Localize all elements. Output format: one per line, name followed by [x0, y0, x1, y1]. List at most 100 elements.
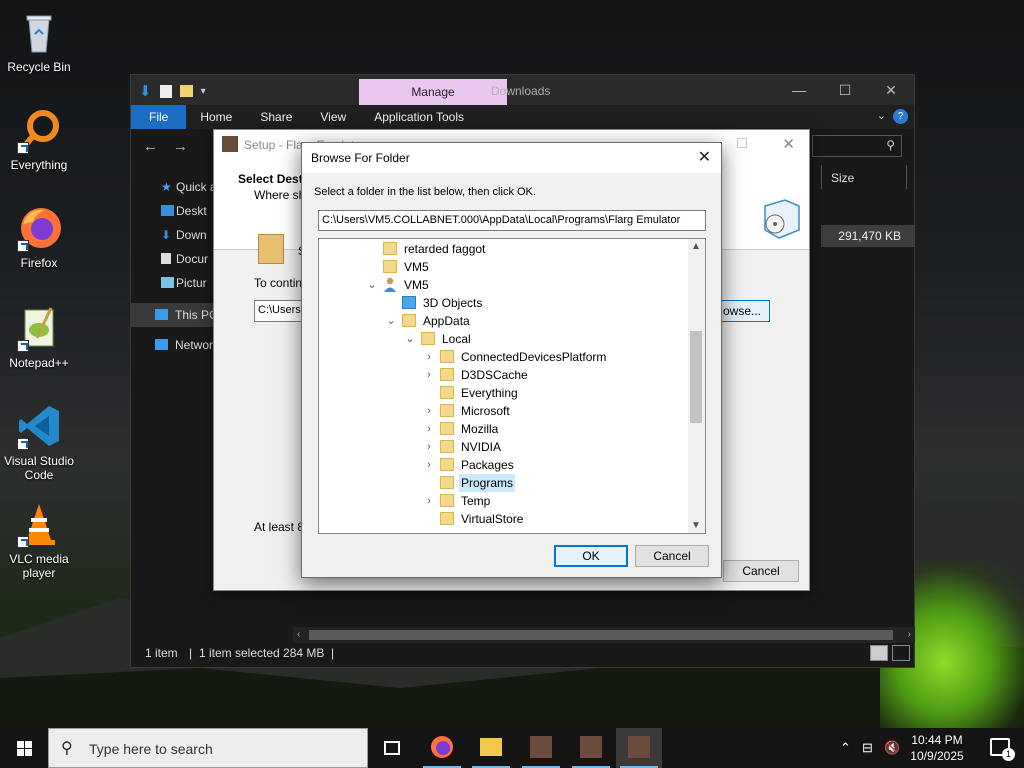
folder-icon [440, 458, 454, 471]
tab-share[interactable]: Share [246, 105, 306, 129]
folder-icon [480, 738, 502, 756]
chevron-right-icon[interactable]: › [423, 402, 435, 420]
star-icon: ★ [161, 180, 172, 194]
network-icon[interactable]: ⊟ [862, 740, 873, 756]
tree-item-label: Everything [461, 386, 518, 400]
download-arrow-icon[interactable]: ⬇ [139, 82, 152, 100]
ok-button[interactable]: OK [554, 545, 628, 567]
setup-app-icon [628, 736, 650, 758]
browse-button[interactable]: owse... [714, 300, 770, 322]
document-icon [161, 253, 171, 264]
notification-center-icon[interactable]: 1 [990, 738, 1015, 761]
help-icon[interactable]: ? [893, 109, 908, 124]
maximize-icon[interactable] [737, 138, 747, 148]
desktop-icon-vscode[interactable]: Visual Studio Code [2, 402, 76, 482]
close-icon[interactable]: ✕ [782, 135, 795, 153]
dialog-title-bar[interactable]: Browse For Folder ✕ [302, 143, 721, 173]
volume-muted-icon[interactable]: 🔇 [884, 740, 900, 756]
folder-icon [440, 350, 454, 363]
cancel-button[interactable]: Cancel [635, 545, 709, 567]
clock-time: 10:44 PM [911, 733, 963, 747]
desktop-icon-label: Notepad++ [9, 356, 69, 370]
computer-icon [155, 309, 168, 320]
search-icon: ⚲ [886, 138, 895, 152]
tree-item-label: ConnectedDevicesPlatform [461, 350, 607, 364]
close-button[interactable]: ✕ [868, 75, 914, 105]
folder-path-field[interactable]: C:\Users\VM5.COLLABNET.000\AppData\Local… [318, 210, 706, 231]
column-divider[interactable] [821, 165, 822, 189]
back-arrow-icon[interactable]: ← [143, 138, 158, 155]
tab-home[interactable]: Home [186, 105, 246, 129]
desktop-icon-recycle-bin[interactable]: Recycle Bin [2, 8, 76, 74]
desktop-icon-everything[interactable]: Everything [2, 106, 76, 172]
tab-view[interactable]: View [306, 105, 360, 129]
folder-tree[interactable]: ▲ ▼ retarded faggot VM5 ⌄ VM5 3D Objects ⌄ App… [318, 238, 706, 534]
status-separator: | [331, 646, 335, 660]
expand-ribbon-icon[interactable]: ⌄ [877, 109, 886, 122]
firefox-icon [431, 736, 453, 758]
large-icons-view-icon[interactable] [892, 645, 910, 661]
details-view-icon[interactable] [870, 645, 888, 661]
properties-icon[interactable] [159, 84, 172, 98]
folder-icon [402, 314, 416, 327]
column-header-size[interactable]: Size [831, 171, 854, 185]
folder-icon [440, 404, 454, 417]
close-icon[interactable]: ✕ [698, 147, 711, 167]
tree-item-label: Microsoft [461, 404, 510, 418]
taskbar-file-explorer[interactable] [468, 728, 514, 768]
explorer-title-bar[interactable]: ⬇ ▾ Manage Downloads — ☐ ✕ [131, 75, 914, 106]
desktop-icon-label: Visual Studio Code [4, 454, 74, 482]
maximize-button[interactable]: ☐ [822, 75, 868, 105]
taskbar-app-1[interactable] [518, 728, 564, 768]
desktop-icon-vlc[interactable]: VLC media player [2, 500, 76, 580]
tree-item-label: Programs [459, 474, 516, 492]
chevron-right-icon[interactable]: › [423, 438, 435, 456]
task-view-button[interactable] [369, 728, 415, 768]
tab-manage[interactable]: Manage [359, 79, 507, 106]
forward-arrow-icon[interactable]: → [173, 138, 188, 155]
chevron-down-icon[interactable]: ⌄ [366, 276, 378, 294]
setup-cancel-button[interactable]: Cancel [723, 560, 799, 582]
setup-app-icon [580, 736, 602, 758]
recycle-bin-icon [15, 8, 63, 56]
desktop-icon-firefox[interactable]: Firefox [2, 204, 76, 270]
status-separator: | [189, 646, 193, 660]
chevron-right-icon[interactable]: › [423, 420, 435, 438]
show-hidden-icons-icon[interactable]: ⌃ [840, 740, 851, 756]
vlc-icon [15, 500, 63, 548]
disk-space-text: At least 8 [254, 520, 305, 534]
tab-file[interactable]: File [131, 105, 187, 129]
column-divider[interactable] [906, 165, 907, 189]
chevron-right-icon[interactable]: › [423, 348, 435, 366]
vertical-scrollbar[interactable]: ▲ ▼ [688, 239, 705, 533]
scrollbar-thumb[interactable] [690, 331, 702, 423]
chevron-right-icon[interactable]: › [423, 366, 435, 384]
installer-box-icon [764, 199, 800, 239]
chevron-down-icon[interactable]: ⌄ [385, 312, 397, 330]
scroll-up-icon[interactable]: ▲ [691, 241, 701, 252]
chevron-right-icon[interactable]: › [423, 492, 435, 510]
taskbar-search-box[interactable]: ⚲ Type here to search [48, 728, 368, 768]
tab-application-tools[interactable]: Application Tools [360, 105, 478, 129]
taskbar-app-3[interactable] [616, 728, 662, 768]
chevron-right-icon[interactable]: › [423, 456, 435, 474]
file-size-cell[interactable]: 291,470 KB [821, 225, 915, 247]
tree-item-label: AppData [423, 314, 470, 328]
explorer-search-input[interactable]: ⚲ [812, 135, 902, 157]
start-button[interactable] [0, 728, 48, 768]
customize-toolbar-icon[interactable]: ▾ [201, 86, 206, 97]
system-clock[interactable]: 10:44 PM 10/9/2025 [902, 732, 972, 764]
search-placeholder: Type here to search [89, 741, 213, 757]
new-folder-icon[interactable] [179, 85, 193, 97]
tree-item-label: VM5 [404, 278, 429, 292]
window-title: Downloads [491, 84, 551, 98]
taskbar-app-2[interactable] [568, 728, 614, 768]
clock-date: 10/9/2025 [910, 749, 964, 763]
taskbar-firefox[interactable] [419, 728, 465, 768]
scroll-down-icon[interactable]: ▼ [691, 520, 701, 531]
notification-count: 1 [1002, 748, 1015, 761]
minimize-button[interactable]: — [776, 75, 822, 105]
ribbon: File Home Share View Application Tools ⌄… [131, 105, 914, 129]
desktop-icon-notepad-plus-plus[interactable]: Notepad++ [2, 304, 76, 370]
chevron-down-icon[interactable]: ⌄ [404, 330, 416, 348]
